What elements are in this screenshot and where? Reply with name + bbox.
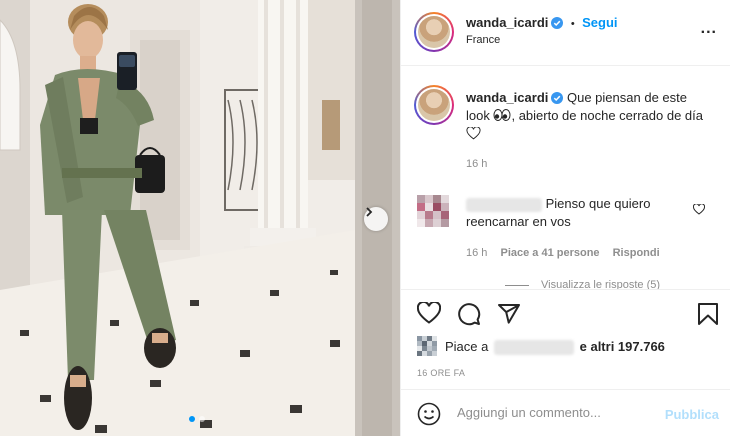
comment-icon[interactable] [457, 302, 481, 326]
view-replies-label: Visualizza le risposte (5) [541, 279, 661, 289]
carousel-dot-1 [189, 416, 195, 422]
eyes-emoji [493, 109, 511, 121]
author-username[interactable]: wanda_icardi [466, 15, 548, 30]
commenter-username-redacted[interactable] [466, 197, 542, 212]
comment-meta: 16 h Piace a 41 persone Rispondi [466, 247, 660, 259]
comment-reply-button[interactable]: Rispondi [613, 247, 660, 259]
share-icon[interactable] [497, 302, 521, 326]
liker-username-redacted[interactable] [494, 340, 574, 356]
post-sidebar: wanda_icardi • Segui France ... wanda_ic… [400, 0, 730, 436]
carousel-dots [189, 416, 205, 422]
likes-summary: Piace a e altri 197.766 [445, 339, 665, 356]
post-photo[interactable] [0, 0, 400, 436]
comment-time[interactable]: 16 h [466, 247, 487, 259]
view-replies-button[interactable]: Visualizza le risposte (5) [505, 279, 660, 289]
photo-illustration [0, 0, 400, 436]
verified-badge-icon [551, 17, 564, 29]
comment-input[interactable] [457, 405, 657, 420]
post-timestamp[interactable]: 16 ORE FA [417, 368, 465, 378]
comments-section: wanda_icardi Que piensan de este look , … [401, 67, 730, 289]
follow-button[interactable]: Segui [582, 15, 617, 30]
caption-text-after: , abierto de noche cerrado de día [511, 108, 703, 123]
author-avatar[interactable] [414, 12, 454, 52]
publish-button[interactable]: Pubblica [665, 407, 719, 422]
emoji-icon[interactable] [417, 402, 441, 426]
post-header: wanda_icardi • Segui France ... [401, 0, 730, 66]
comment-likes[interactable]: Piace a 41 persone [500, 247, 599, 259]
post-dialog: wanda_icardi • Segui France ... wanda_ic… [0, 0, 730, 436]
more-options-icon[interactable]: ... [701, 21, 717, 37]
caption-time[interactable]: 16 h [466, 158, 487, 170]
commenter-avatar[interactable] [417, 195, 449, 227]
likes-prefix: Piace a [445, 339, 489, 354]
likes-count[interactable]: e altri 197.766 [580, 339, 665, 354]
heart-icon[interactable] [417, 302, 441, 324]
comment-like-heart-icon[interactable] [693, 204, 705, 215]
action-bar: Piace a e altri 197.766 16 ORE FA [401, 289, 730, 389]
next-slide-button[interactable] [364, 207, 388, 231]
header-separator: • [570, 18, 575, 30]
caption-username[interactable]: wanda_icardi [466, 90, 548, 105]
liker-avatar[interactable] [417, 336, 437, 356]
add-comment-bar: Pubblica [401, 389, 730, 436]
bookmark-icon[interactable] [697, 302, 719, 326]
white-heart-emoji [466, 126, 481, 140]
header-title-row: wanda_icardi • Segui [466, 14, 618, 32]
next-slide-icon [366, 207, 373, 217]
post-location[interactable]: France [466, 34, 500, 46]
caption: wanda_icardi Que piensan de este look , … [466, 89, 706, 143]
caption-avatar[interactable] [414, 85, 454, 125]
verified-badge-icon [551, 92, 564, 104]
comment-body: Pienso que quiero reencarnar en vos [466, 195, 681, 231]
carousel-dot-2 [199, 416, 205, 422]
replies-divider [505, 284, 529, 286]
